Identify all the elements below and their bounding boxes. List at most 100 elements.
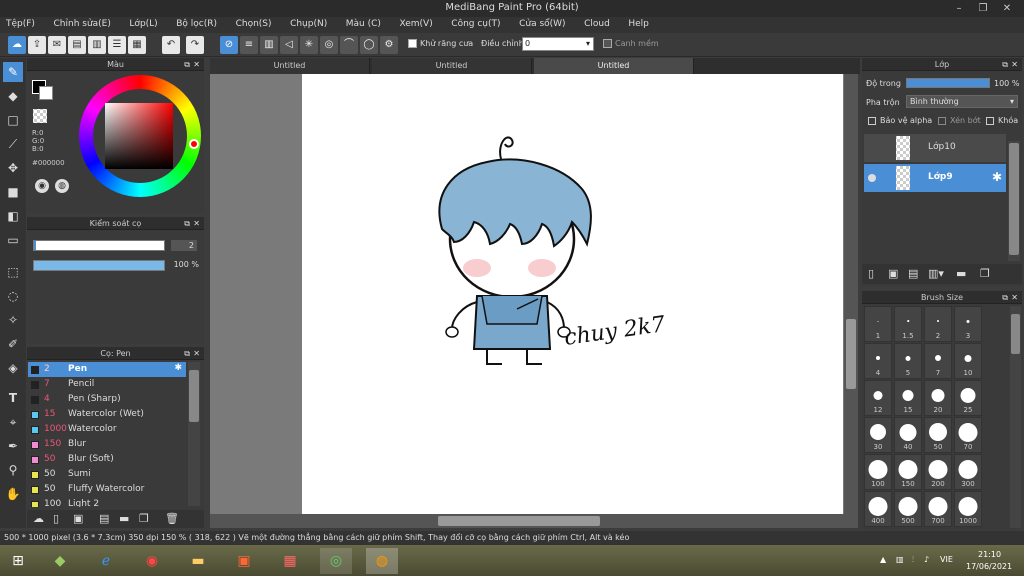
brush-size-cell[interactable]: 25 [954,380,982,416]
trash-icon[interactable]: 🗑 [165,512,179,525]
tab-untitled-3[interactable]: Untitled [534,58,694,74]
gradient-tool-icon[interactable]: ▭ [3,230,23,250]
brush-size-cell[interactable]: 70 [954,417,982,453]
close-icon[interactable]: ✕ [1011,58,1018,71]
folder-icon[interactable]: ▬ [956,267,966,280]
brush-item[interactable]: 50 Blur (Soft) [28,452,186,467]
network-icon[interactable]: ▥ [896,555,904,564]
brush-item[interactable]: 150 Blur [28,437,186,452]
file-explorer-icon[interactable]: ▬ [182,548,214,574]
menu-color[interactable]: Màu (C) [340,17,381,29]
operation-tool-icon[interactable]: ⌖ [3,412,23,432]
brush-size-cell[interactable]: 5 [894,343,922,379]
brush-size-cell[interactable]: 300 [954,454,982,490]
menu-snap[interactable]: Chụp(N) [284,17,327,29]
menu-filter[interactable]: Bộ lọc(R) [170,17,217,29]
brush-size-cell[interactable]: 40 [894,417,922,453]
antialias-checkbox[interactable] [408,39,417,48]
parallel-snap-icon[interactable]: ≡ [240,36,258,54]
brush-size-cell[interactable]: 1.5 [894,306,922,342]
upload-icon[interactable]: ⇪ [28,36,46,54]
hue-marker[interactable] [189,139,199,149]
lasso-tool-icon[interactable]: ◌ [3,286,23,306]
new-8bit-layer-icon[interactable]: ▤ [908,267,918,280]
brush-item[interactable]: 50 Sumi [28,467,186,482]
divide-tool-icon[interactable]: ✒ [3,436,23,456]
new-layer-icon[interactable]: ▯ [868,267,874,280]
layer-row[interactable]: Lớp10 [864,134,1006,162]
layer-list-scrollbar[interactable] [1008,141,1020,261]
folder-icon[interactable]: ▬ [119,512,129,525]
internet-explorer-icon[interactable]: ℯ [90,548,122,574]
menu-view[interactable]: Xem(V) [393,17,432,29]
brush-size-cell[interactable]: 1000 [954,491,982,527]
protect-alpha-checkbox[interactable] [868,117,876,125]
brush-size-cell[interactable]: 20 [924,380,952,416]
gear-icon[interactable]: ⚙ [380,36,398,54]
brush-size-cell[interactable]: 10 [954,343,982,379]
duplicate-icon[interactable]: ❐ [139,512,149,525]
popout-icon[interactable]: ⧉ [1002,291,1008,304]
eyedropper-tool-icon[interactable]: ⚲ [3,460,23,480]
brush-size-cell[interactable]: 700 [924,491,952,527]
palette-edit-icon[interactable]: ◍ [55,179,69,193]
brush-size-cell[interactable]: 100 [864,454,892,490]
minimize-button[interactable]: – [946,0,972,17]
start-icon[interactable]: ⊞ [2,548,34,574]
select-eraser-tool-icon[interactable]: ◈ [3,358,23,378]
brush-item[interactable]: 100 Light 2 [28,497,186,507]
paint-app-icon[interactable]: ▦ [274,548,306,574]
undo-icon[interactable]: ↶ [162,36,180,54]
brush-size-slider[interactable] [33,240,165,251]
duplicate-icon[interactable]: ❐ [980,267,990,280]
comment-icon[interactable]: ✉ [48,36,66,54]
brush-size-cell[interactable]: 50 [924,417,952,453]
tab-untitled-1[interactable]: Untitled [210,58,370,74]
popout-icon[interactable]: ⧉ [184,58,190,71]
brush-item[interactable]: 15 Watercolor (Wet) [28,407,186,422]
move-tool-icon[interactable]: ✥ [3,158,23,178]
gear-icon[interactable]: ✱ [992,170,1002,184]
close-icon[interactable]: ✕ [193,347,200,360]
layer-row-selected[interactable]: Lớp9 ✱ [864,164,1006,192]
brush-size-value[interactable]: 2 [171,240,197,251]
close-icon[interactable]: ✕ [1011,291,1018,304]
brush-size-cell[interactable]: 200 [924,454,952,490]
close-icon[interactable]: ✕ [193,217,200,230]
menu-window[interactable]: Cửa sổ(W) [513,17,565,29]
clock-date[interactable]: 17/06/2021 [966,562,1012,571]
horizontal-scrollbar[interactable] [210,514,858,528]
ellipse-snap-icon[interactable]: ◯ [360,36,378,54]
brush-size-scrollbar[interactable] [1010,306,1021,528]
snap-off-icon[interactable]: ⊘ [220,36,238,54]
chrome-icon[interactable]: ◉ [136,548,168,574]
cloud-icon[interactable]: ☁ [8,36,26,54]
copy-brush-icon[interactable]: ▤ [99,512,109,525]
popout-icon[interactable]: ⧉ [1002,58,1008,71]
popout-icon[interactable]: ⧉ [184,347,190,360]
gear-icon[interactable]: ✱ [174,363,182,373]
dot-tool-icon[interactable]: ⟋ [3,134,23,154]
palette-icon[interactable]: ◉ [35,179,49,193]
circle-snap-icon[interactable]: ◎ [320,36,338,54]
language-indicator[interactable]: VIE [940,555,953,564]
brush-item[interactable]: 7 Pencil [28,377,186,392]
blend-mode-select[interactable]: Bình thường ▾ [906,95,1018,108]
brush-size-cell[interactable]: 12 [864,380,892,416]
saturation-value-square[interactable] [105,103,173,169]
document-icon[interactable]: ▥ [88,36,106,54]
menu-layer[interactable]: Lớp(L) [123,17,157,29]
medibang-icon[interactable]: ◍ [366,548,398,574]
brush-tool-icon[interactable]: ✎ [3,62,23,82]
menu-tools[interactable]: Công cụ(T) [445,17,500,29]
radial-snap-icon[interactable]: ✳ [300,36,318,54]
hand-tool-icon[interactable]: ✋ [3,484,23,504]
message-icon[interactable]: ▤ [68,36,86,54]
grid-icon[interactable]: ▦ [128,36,146,54]
brush-size-cell[interactable]: 3 [954,306,982,342]
secondary-color-swatch[interactable] [39,86,53,100]
new-brush-icon[interactable]: ▯ [53,512,59,525]
text-tool-icon[interactable]: T [3,388,23,408]
layer-opacity-slider[interactable] [906,78,990,88]
edge-checkbox[interactable] [603,39,612,48]
